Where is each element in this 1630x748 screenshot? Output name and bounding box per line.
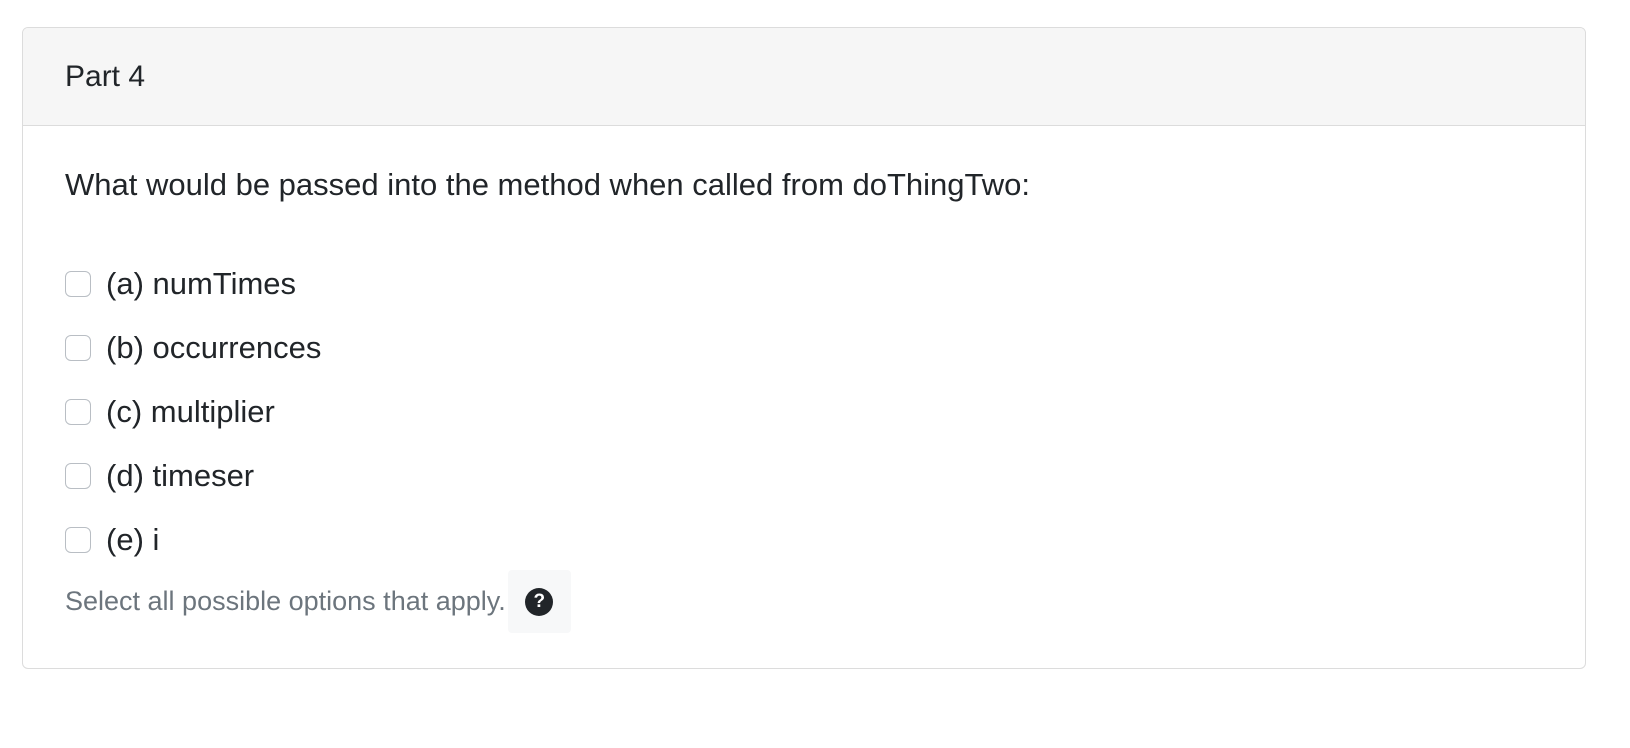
- help-button[interactable]: ?: [507, 570, 571, 633]
- option-a[interactable]: (a) numTimes: [65, 252, 321, 316]
- hint-row: Select all possible options that apply. …: [65, 570, 571, 633]
- option-d-label[interactable]: (d) timeser: [106, 458, 254, 494]
- hint-text: Select all possible options that apply.: [65, 586, 506, 616]
- option-c[interactable]: (c) multiplier: [65, 380, 321, 444]
- option-e[interactable]: (e) i: [65, 508, 321, 572]
- option-b-label[interactable]: (b) occurrences: [106, 330, 321, 366]
- option-c-label[interactable]: (c) multiplier: [106, 394, 275, 430]
- card-header: Part 4: [23, 28, 1585, 126]
- option-d[interactable]: (d) timeser: [65, 444, 321, 508]
- question-text: What would be passed into the method whe…: [65, 167, 1030, 202]
- options-list: (a) numTimes (b) occurrences (c) multipl…: [65, 252, 321, 572]
- option-e-checkbox[interactable]: [65, 527, 91, 553]
- option-a-checkbox[interactable]: [65, 271, 91, 297]
- option-c-checkbox[interactable]: [65, 399, 91, 425]
- question-circle-icon: ?: [525, 587, 554, 616]
- part-title: Part 4: [65, 59, 146, 93]
- option-b[interactable]: (b) occurrences: [65, 316, 321, 380]
- option-b-checkbox[interactable]: [65, 335, 91, 361]
- option-e-label[interactable]: (e) i: [106, 522, 159, 558]
- question-card: Part 4 What would be passed into the met…: [22, 27, 1586, 669]
- option-a-label[interactable]: (a) numTimes: [106, 266, 296, 302]
- option-d-checkbox[interactable]: [65, 463, 91, 489]
